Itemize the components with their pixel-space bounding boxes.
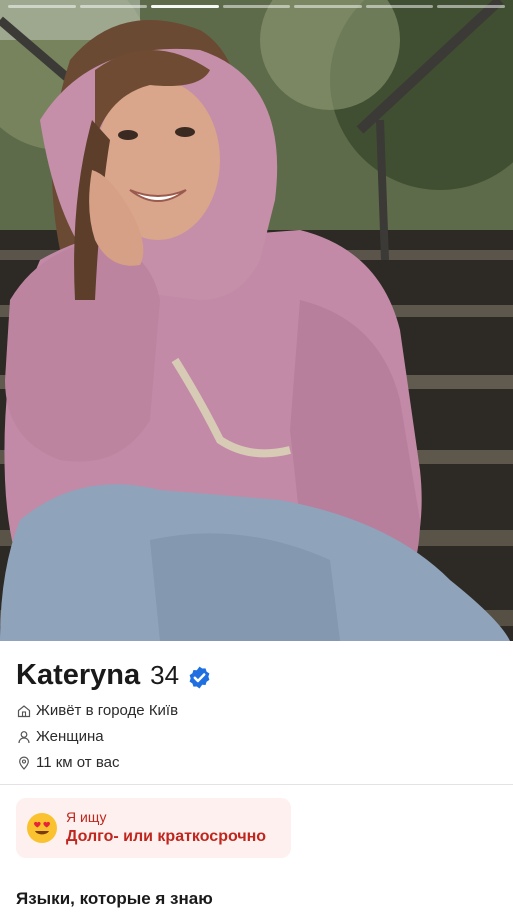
story-progress-bars [8,5,506,8]
section-divider [0,784,513,785]
detail-distance-text: 11 км от вас [36,754,120,771]
seeking-value: Долго- или краткосрочно [66,828,267,845]
profile-age: 34 [150,660,180,690]
house-icon [17,704,31,717]
heart-eyes-emoji-icon [27,813,57,843]
story-bar-segment [294,5,362,8]
story-bar-segment [222,5,291,8]
story-bar-segment [365,5,434,8]
location-pin-icon [19,756,29,770]
seeking-card[interactable]: Я ищу Долго- или краткосрочно [16,798,291,858]
story-bar-segment [437,5,506,8]
verified-badge-icon [189,666,210,689]
story-bar-segment [151,5,219,8]
detail-distance: 11 км от вас [17,754,119,771]
story-bar-segment [8,5,76,8]
detail-gender: Женщина [17,728,104,745]
detail-gender-text: Женщина [36,728,104,745]
profile-page: Kateryna 34 Живёт в городе Київ Женщина [0,0,513,912]
person-icon [18,730,30,743]
detail-city-text: Живёт в городе Київ [36,702,179,719]
seeking-label: Я ищу [66,809,107,825]
profile-photo[interactable] [0,0,513,641]
profile-name: Kateryna [16,659,141,691]
story-bar-segment [79,5,148,8]
name-row: Kateryna 34 [16,659,212,692]
languages-section-title: Языки, которые я знаю [16,889,213,908]
photo-illustration [0,0,513,641]
detail-city: Живёт в городе Київ [17,702,178,719]
